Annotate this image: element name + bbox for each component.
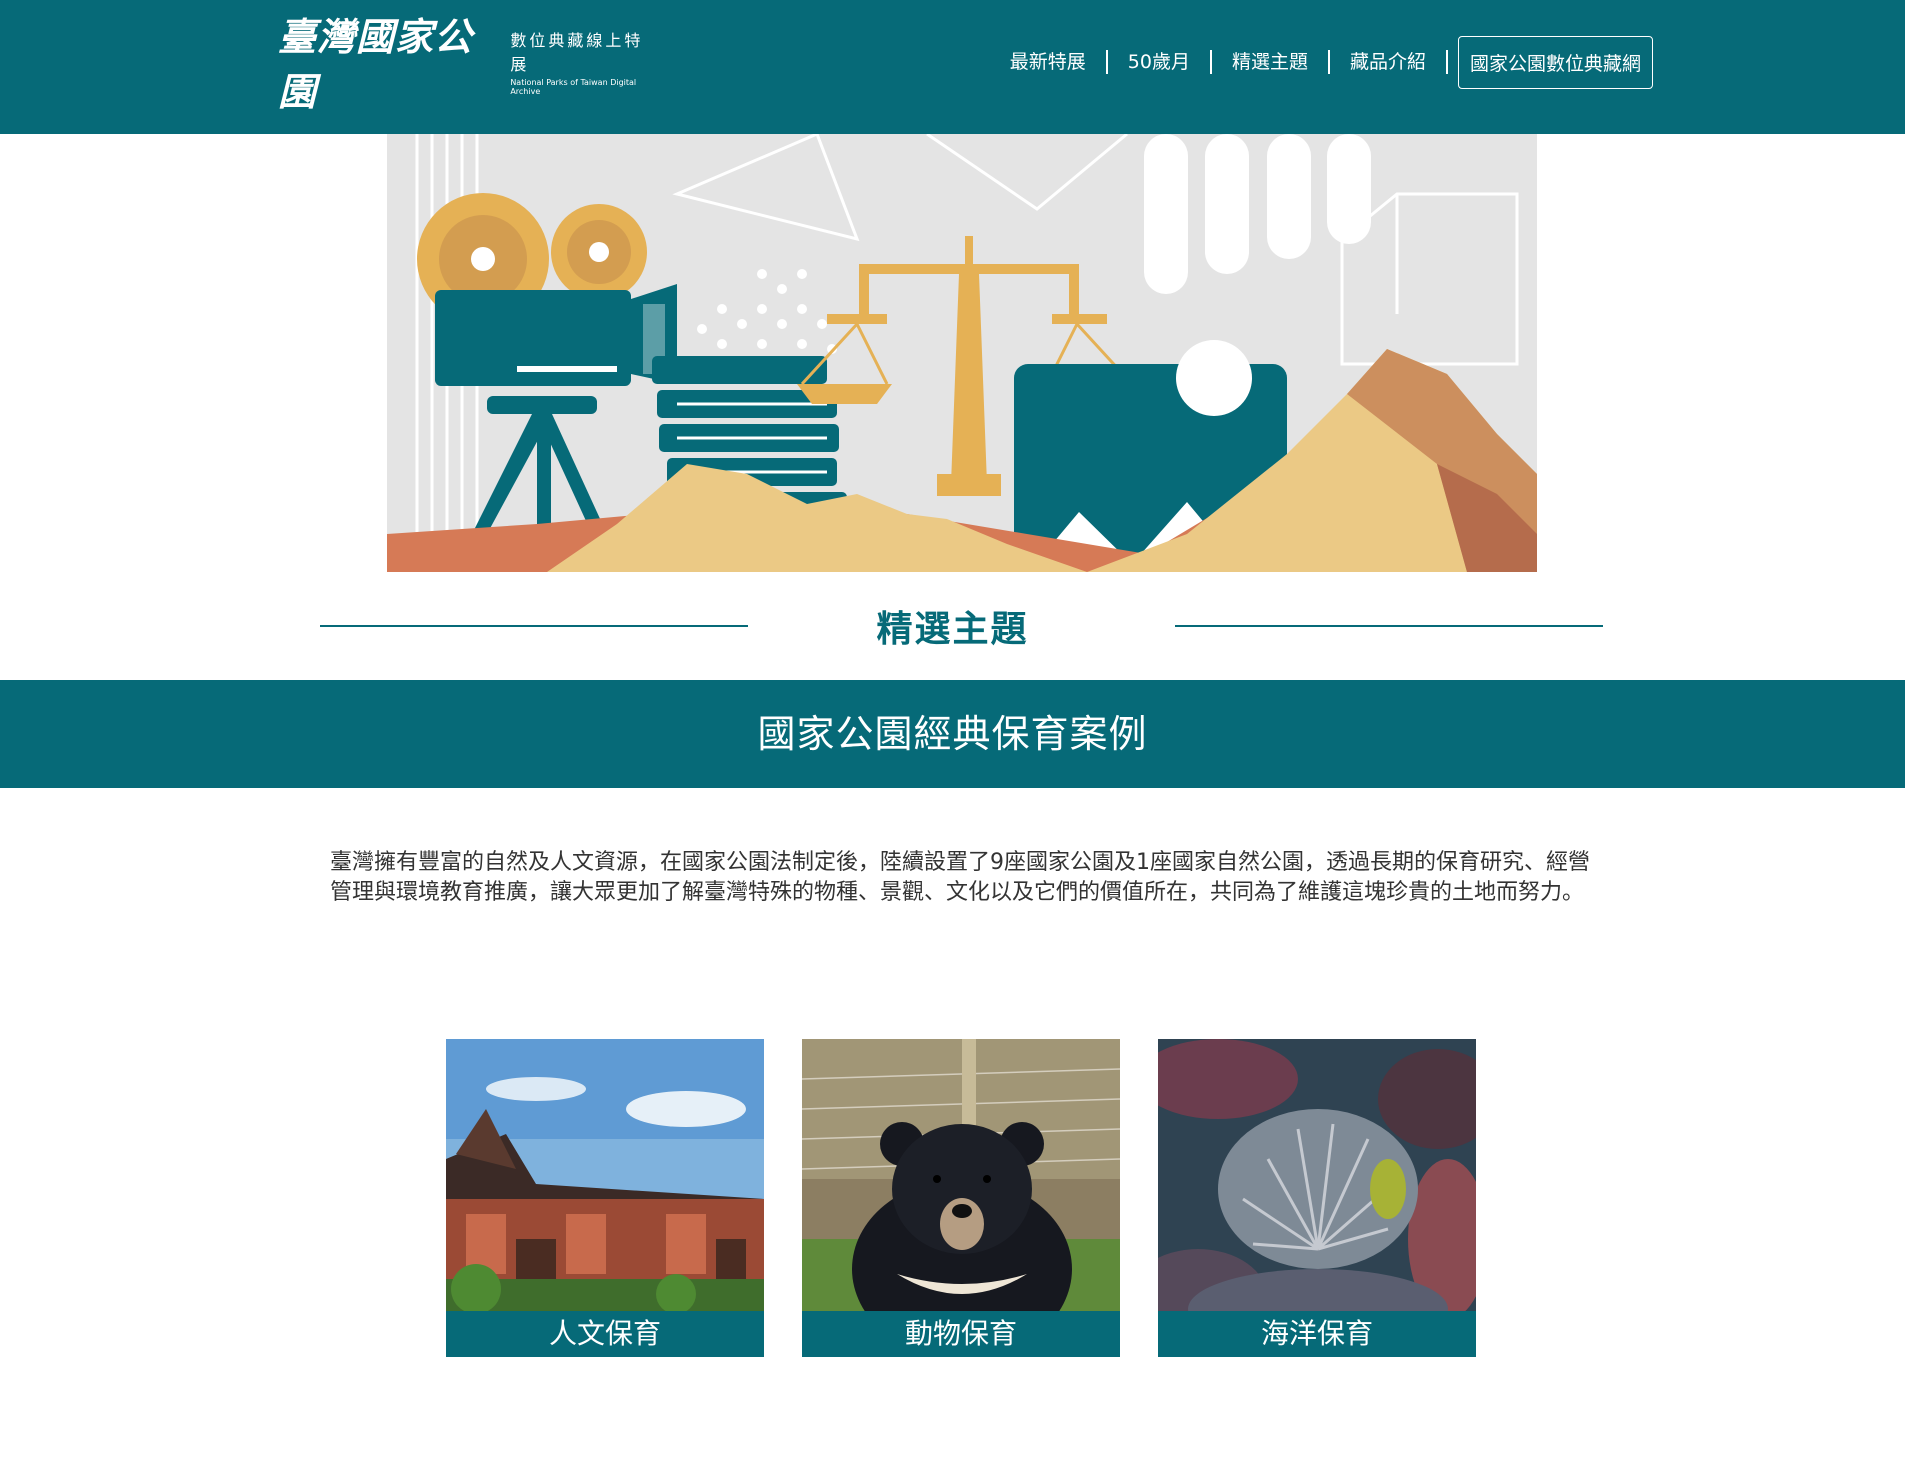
nav-featured-topics[interactable]: 精選主題 <box>1212 50 1330 74</box>
logo-subtitle: 數位典藏線上特展 National Parks of Taiwan Digita… <box>510 27 658 96</box>
section-title-line-right <box>1175 625 1603 627</box>
card-marine-conservation[interactable]: 海洋保育 <box>1158 1039 1476 1357</box>
card-cultural-conservation[interactable]: 人文保育 <box>446 1039 764 1357</box>
card-label: 海洋保育 <box>1158 1311 1476 1357</box>
card-label: 人文保育 <box>446 1311 764 1357</box>
logo-subtitle-en: National Parks of Taiwan Digital Archive <box>510 77 637 96</box>
digital-archive-button[interactable]: 國家公園數位典藏網 <box>1457 35 1653 89</box>
banner-illustration <box>387 134 1537 572</box>
top-navbar: 臺灣國家公園 數位典藏線上特展 National Parks of Taiwan… <box>0 0 1905 134</box>
main-nav: 最新特展 50歲月 精選主題 藏品介紹 國家公園數位典藏網 <box>990 35 1653 89</box>
nav-50-years[interactable]: 50歲月 <box>1108 50 1212 74</box>
logo-subtitle-zh: 數位典藏線上特展 <box>510 30 644 74</box>
card-label: 動物保育 <box>802 1311 1120 1357</box>
feature-band-title: 國家公園經典保育案例 <box>0 680 1905 788</box>
card-animal-conservation[interactable]: 動物保育 <box>802 1039 1120 1357</box>
site-logo[interactable]: 臺灣國家公園 數位典藏線上特展 National Parks of Taiwan… <box>278 14 658 114</box>
nav-collection-intro[interactable]: 藏品介紹 <box>1330 50 1448 74</box>
intro-paragraph: 臺灣擁有豐富的自然及人文資源，在國家公園法制定後，陸續設置了9座國家公園及1座國… <box>330 850 1590 905</box>
card-image-coral <box>1158 1039 1476 1357</box>
section-title: 精選主題 <box>876 609 1029 650</box>
card-image-traditional-house <box>446 1039 764 1357</box>
logo-title: 臺灣國家公園 <box>278 14 474 114</box>
nav-latest-exhibition[interactable]: 最新特展 <box>990 50 1108 74</box>
card-image-black-bear <box>802 1039 1120 1357</box>
